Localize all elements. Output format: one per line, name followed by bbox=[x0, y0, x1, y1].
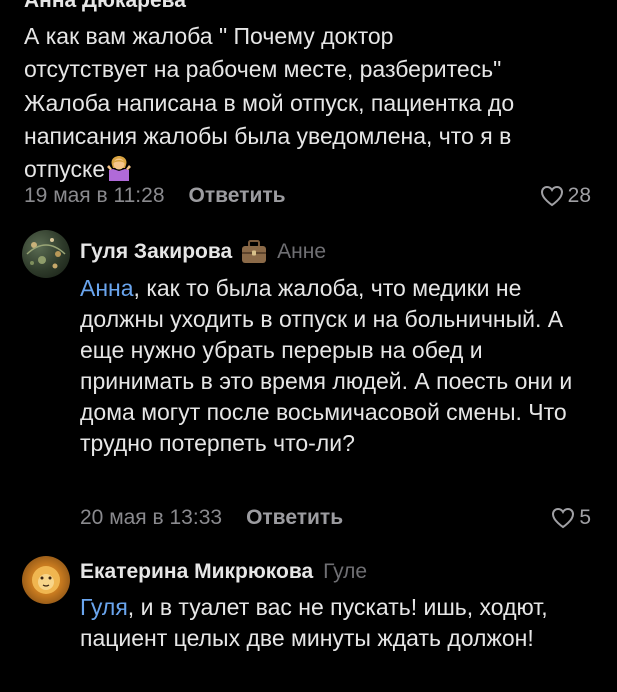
comment-header: Екатерина Микрюкова Гуле bbox=[80, 560, 367, 584]
comment-author-name[interactable]: Екатерина Микрюкова bbox=[80, 560, 313, 584]
mention-link[interactable]: Гуля bbox=[80, 594, 128, 620]
comment-text-line: отпуске bbox=[24, 156, 106, 183]
comment-meta: 19 мая в 11:28 Ответить bbox=[24, 184, 286, 208]
like-button[interactable]: 28 bbox=[540, 184, 591, 208]
briefcase-icon bbox=[242, 240, 267, 263]
avatar[interactable] bbox=[22, 230, 70, 278]
like-count: 28 bbox=[567, 184, 591, 207]
comment-text-body: , и в туалет вас не пускать! ишь, ходют,… bbox=[80, 594, 548, 651]
avatar-image bbox=[32, 566, 60, 594]
woman-shrugging-emoji bbox=[107, 156, 132, 182]
comment-text-line: написания жалобы была уведомлена, что я … bbox=[24, 122, 512, 149]
avatar-image bbox=[26, 238, 66, 269]
comment-date: 19 мая в 11:28 bbox=[24, 184, 165, 207]
comment-text: Гуля, и в туалет вас не пускать! ишь, хо… bbox=[80, 592, 600, 654]
avatar[interactable] bbox=[22, 556, 70, 604]
comment-header: Гуля Закирова Анне bbox=[80, 239, 326, 265]
mention-link[interactable]: Анна bbox=[80, 275, 134, 301]
comment-text-line: А как вам жалоба " Почему доктор bbox=[24, 23, 394, 49]
comment-author-name[interactable]: Гуля Закирова bbox=[80, 240, 232, 264]
reply-button[interactable]: Ответить bbox=[246, 506, 343, 530]
comment-text-line: Жалоба написана в мой отпуск, пациентка … bbox=[24, 89, 515, 116]
reply-button[interactable]: Ответить bbox=[189, 184, 286, 208]
like-button[interactable]: 5 bbox=[551, 506, 591, 530]
comment-text: А как вам жалоба " Почему доктор отсутст… bbox=[24, 20, 604, 186]
comment-date: 20 мая в 13:33 bbox=[80, 506, 223, 529]
comment-text-line: отсутствует на рабочем месте, разберитес… bbox=[24, 56, 502, 83]
comment-text-body: , как то была жалоба, что медики не долж… bbox=[80, 275, 573, 456]
heart-icon bbox=[540, 185, 563, 207]
reply-to-name[interactable]: Гуле bbox=[323, 560, 367, 584]
comment-meta: 20 мая в 13:33 Ответить bbox=[80, 506, 343, 530]
heart-icon bbox=[552, 507, 575, 529]
reply-to-name[interactable]: Анне bbox=[277, 240, 326, 264]
comment-author-name[interactable]: Анна Дюкарева bbox=[24, 0, 186, 13]
comment-text: Анна, как то была жалоба, что медики не … bbox=[80, 273, 600, 459]
like-count: 5 bbox=[579, 506, 591, 529]
